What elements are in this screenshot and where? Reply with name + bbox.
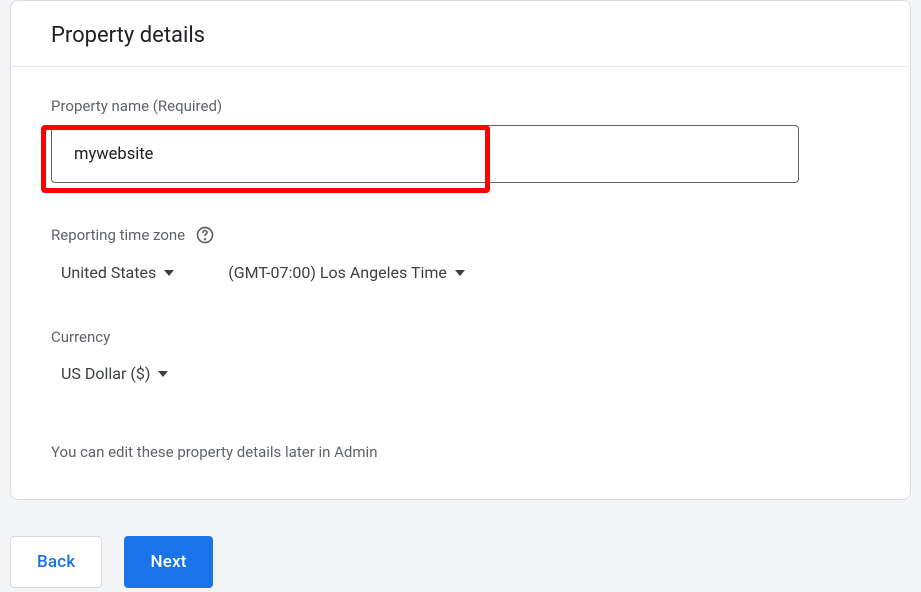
timezone-label: Reporting time zone xyxy=(51,225,870,245)
property-name-input-wrapper xyxy=(51,125,870,183)
currency-dropdown[interactable]: US Dollar ($) xyxy=(61,360,168,387)
timezone-zone-value: (GMT-07:00) Los Angeles Time xyxy=(228,263,447,282)
timezone-dropdown-row: United States (GMT-07:00) Los Angeles Ti… xyxy=(61,259,870,286)
card-body: Property name (Required) Reporting time … xyxy=(11,67,910,499)
property-details-card: Property details Property name (Required… xyxy=(10,0,911,500)
page-title: Property details xyxy=(51,23,870,48)
timezone-country-value: United States xyxy=(61,263,156,282)
property-name-input[interactable] xyxy=(51,125,799,183)
property-name-label: Property name (Required) xyxy=(51,97,870,115)
button-row: Back Next xyxy=(0,500,921,588)
chevron-down-icon xyxy=(158,371,168,377)
next-button[interactable]: Next xyxy=(124,536,212,588)
help-icon[interactable] xyxy=(195,225,215,245)
hint-text: You can edit these property details late… xyxy=(51,443,870,461)
chevron-down-icon xyxy=(455,270,465,276)
timezone-country-dropdown[interactable]: United States xyxy=(61,259,174,286)
card-header: Property details xyxy=(11,1,910,67)
currency-dropdown-row: US Dollar ($) xyxy=(61,360,870,387)
timezone-zone-dropdown[interactable]: (GMT-07:00) Los Angeles Time xyxy=(228,259,465,286)
currency-section: Currency US Dollar ($) xyxy=(51,328,870,387)
chevron-down-icon xyxy=(164,270,174,276)
currency-value: US Dollar ($) xyxy=(61,364,150,383)
timezone-label-text: Reporting time zone xyxy=(51,226,185,244)
timezone-section: Reporting time zone United States (GMT-0… xyxy=(51,225,870,286)
currency-label: Currency xyxy=(51,328,870,346)
back-button[interactable]: Back xyxy=(10,536,102,588)
